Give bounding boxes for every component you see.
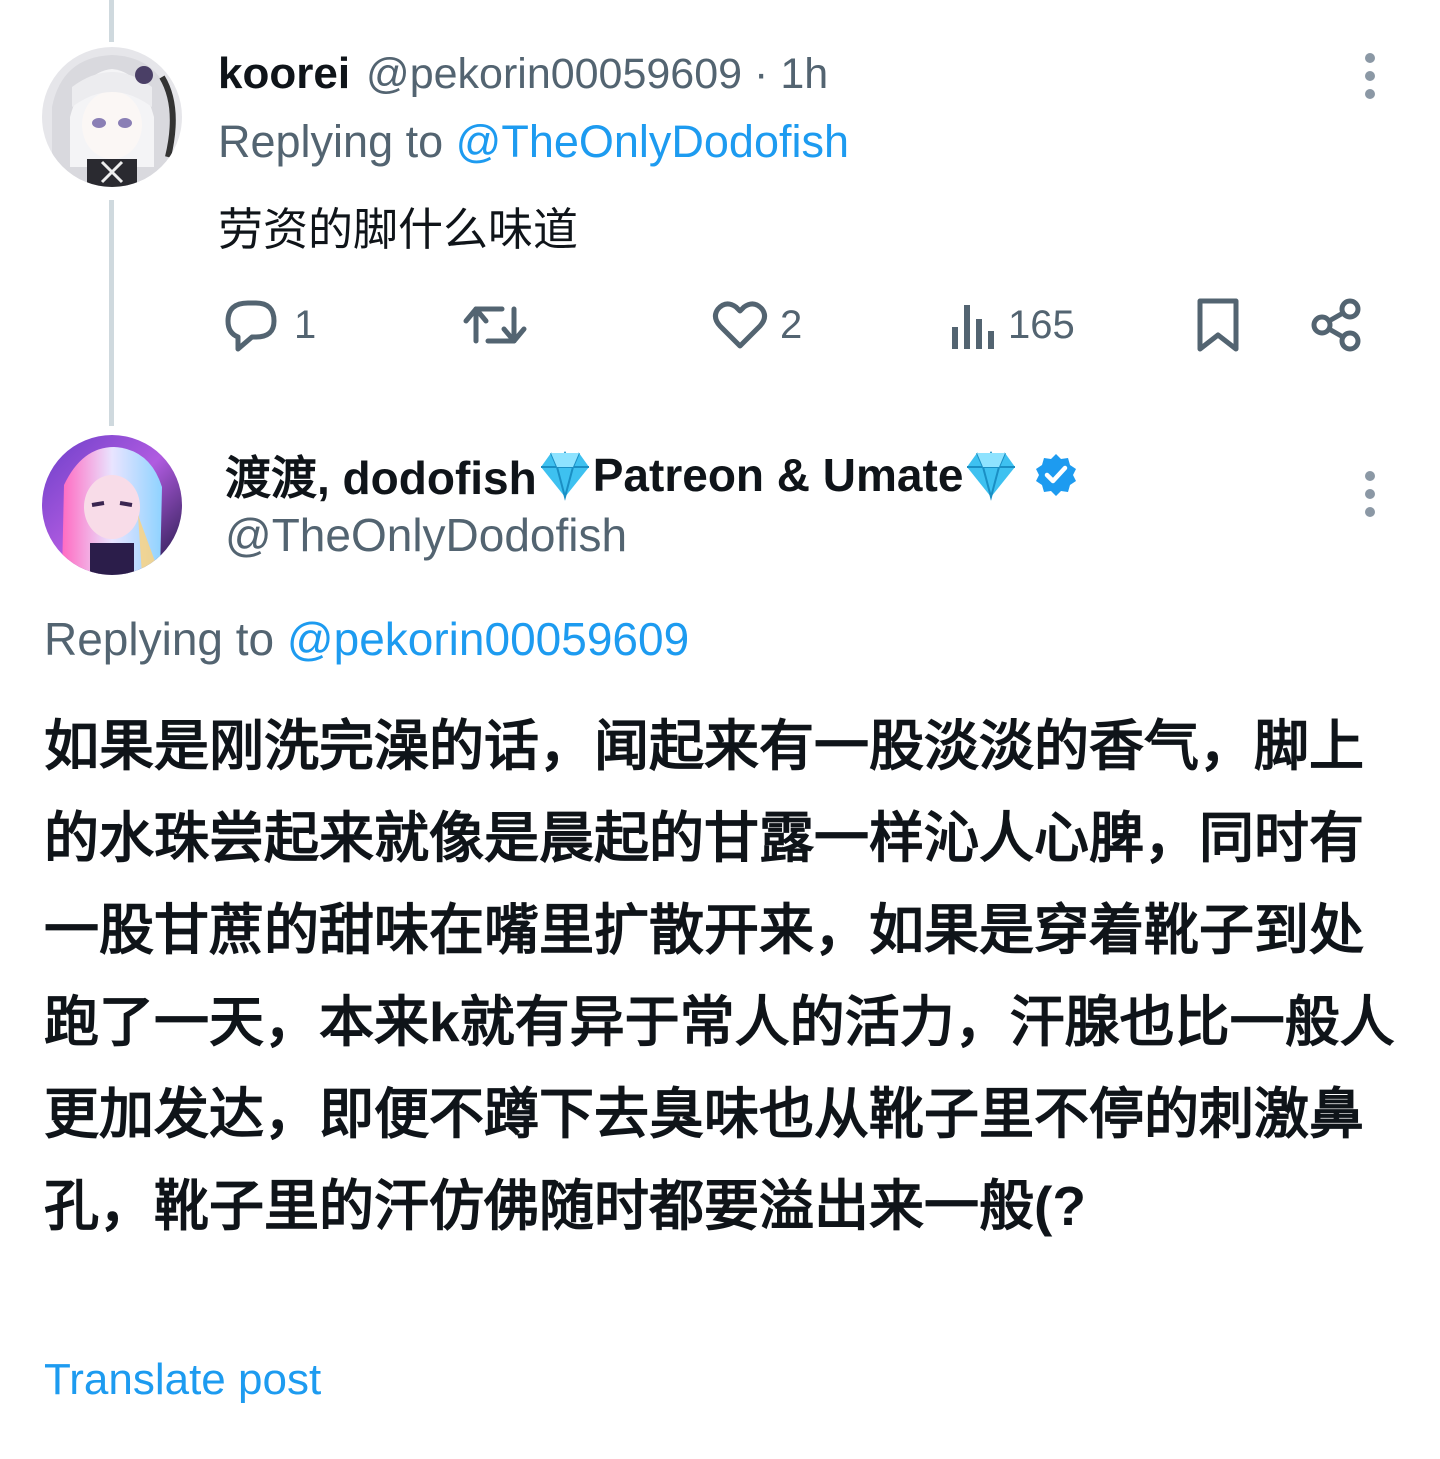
reply-icon: [225, 300, 277, 352]
views-button[interactable]: 165: [948, 290, 1075, 360]
replying-handle-link[interactable]: @TheOnlyDodofish: [456, 116, 849, 167]
reply-button[interactable]: 1: [222, 290, 316, 360]
share-button[interactable]: [1308, 290, 1364, 360]
replying-prefix: Replying to: [44, 613, 275, 665]
author-name-part1: 渡渡, dodofish: [225, 452, 537, 504]
author-handle[interactable]: @TheOnlyDodofish: [225, 508, 627, 562]
views-count: 165: [1008, 302, 1075, 347]
gem-icon: [540, 450, 589, 501]
bookmark-icon: [1197, 298, 1239, 352]
reply-count: 1: [294, 302, 317, 347]
repost-button[interactable]: [462, 290, 540, 360]
timestamp[interactable]: 1h: [780, 50, 828, 99]
replying-to: Replying to @pekorin00059609: [44, 612, 689, 666]
avatar[interactable]: [42, 47, 182, 187]
thread-line: [109, 0, 114, 42]
bookmark-button[interactable]: [1194, 290, 1242, 360]
views-icon: [952, 305, 994, 349]
share-icon: [1311, 298, 1361, 352]
author-name-part2: Patreon & Umate: [592, 449, 964, 501]
repost-icon: [463, 306, 527, 344]
tweet-header: koorei @pekorin00059609 · 1h: [218, 44, 828, 104]
separator-dot: ·: [754, 49, 769, 98]
tweet-text: 如果是刚洗完澡的话，闻起来有一股淡淡的香气，脚上的水珠尝起来就像是晨起的甘露一样…: [44, 715, 1395, 1237]
gem-icon: [967, 450, 1016, 501]
author-handle[interactable]: @pekorin00059609: [366, 50, 742, 99]
thread-line: [109, 200, 114, 426]
translate-post-link[interactable]: Translate post: [44, 1355, 321, 1405]
action-bar: 1 2 165: [218, 290, 1368, 360]
replying-to: Replying to @TheOnlyDodofish: [218, 116, 849, 168]
like-count: 2: [780, 302, 803, 347]
verified-badge-icon[interactable]: [1033, 452, 1079, 498]
avatar[interactable]: [42, 435, 182, 575]
author-name[interactable]: koorei: [218, 49, 350, 99]
heart-icon: [712, 301, 768, 349]
replying-handle-link[interactable]: @pekorin00059609: [287, 613, 689, 665]
tweet-text: 劳资的脚什么味道: [218, 204, 579, 255]
more-icon[interactable]: [1360, 48, 1380, 108]
like-button[interactable]: 2: [712, 290, 802, 360]
replying-prefix: Replying to: [218, 116, 444, 167]
more-icon[interactable]: [1360, 466, 1380, 526]
author-name[interactable]: 渡渡, dodofish Patreon & Umate: [225, 440, 1079, 510]
